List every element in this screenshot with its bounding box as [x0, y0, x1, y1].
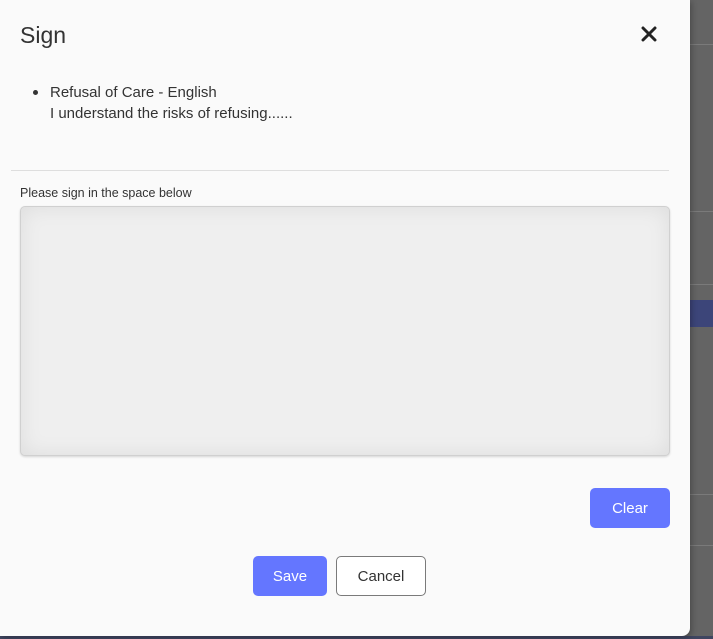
- cancel-button[interactable]: Cancel: [336, 556, 426, 596]
- divider: [11, 170, 669, 171]
- document-title: Refusal of Care - English: [50, 84, 217, 101]
- dialog-title: Sign: [20, 22, 67, 48]
- signature-label: Please sign in the space below: [20, 186, 192, 200]
- document-list: Refusal of Care - English I understand t…: [30, 82, 293, 124]
- backdrop-line: [690, 284, 713, 285]
- sign-dialog: Sign Refusal of Care - English I underst…: [0, 0, 690, 636]
- document-description: I understand the risks of refusing......: [50, 105, 293, 122]
- document-item: Refusal of Care - English I understand t…: [30, 82, 293, 124]
- clear-button[interactable]: Clear: [590, 488, 670, 528]
- save-button[interactable]: Save: [253, 556, 327, 596]
- close-button[interactable]: [636, 21, 662, 47]
- backdrop-line: [690, 494, 713, 495]
- close-icon: [641, 26, 657, 42]
- backdrop-header-band: [690, 300, 713, 327]
- backdrop-line: [690, 545, 713, 546]
- backdrop-line: [690, 211, 713, 212]
- backdrop-line: [690, 44, 713, 45]
- signature-pad[interactable]: [20, 206, 670, 456]
